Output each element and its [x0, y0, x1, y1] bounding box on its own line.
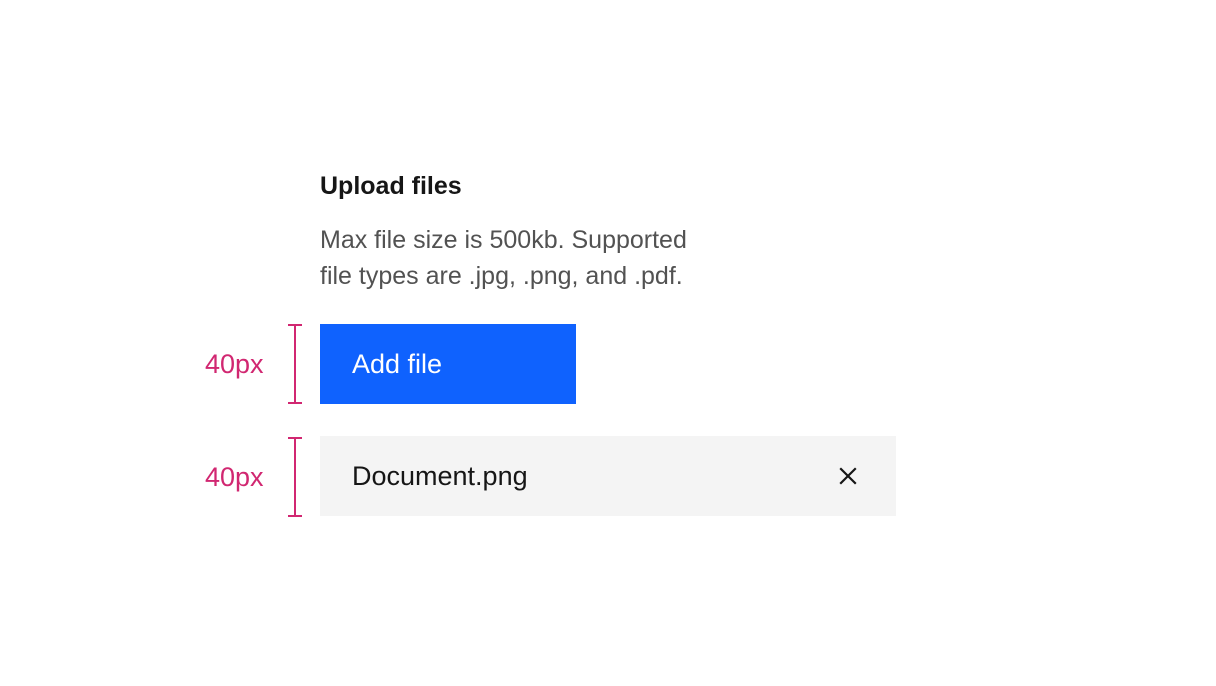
description-line-1: Max file size is 500kb. Supported	[320, 226, 687, 254]
file-name: Document.png	[352, 461, 528, 491]
file-item-height-annotation: 40px	[195, 437, 305, 517]
file-item-height-label: 40px	[205, 462, 264, 492]
uploader-description: Max file size is 500kb. Supported file t…	[320, 222, 760, 294]
measurement-bracket-icon	[288, 437, 302, 517]
measurement-bracket-icon	[288, 324, 302, 404]
button-height-annotation: 40px	[195, 324, 305, 404]
add-file-button[interactable]: Add file	[320, 324, 576, 404]
description-line-2: file types are .jpg, .png, and .pdf.	[320, 262, 683, 290]
file-item: Document.png	[320, 436, 896, 516]
button-height-label: 40px	[205, 349, 264, 379]
close-icon[interactable]	[832, 460, 864, 492]
uploader-title: Upload files	[320, 172, 462, 200]
